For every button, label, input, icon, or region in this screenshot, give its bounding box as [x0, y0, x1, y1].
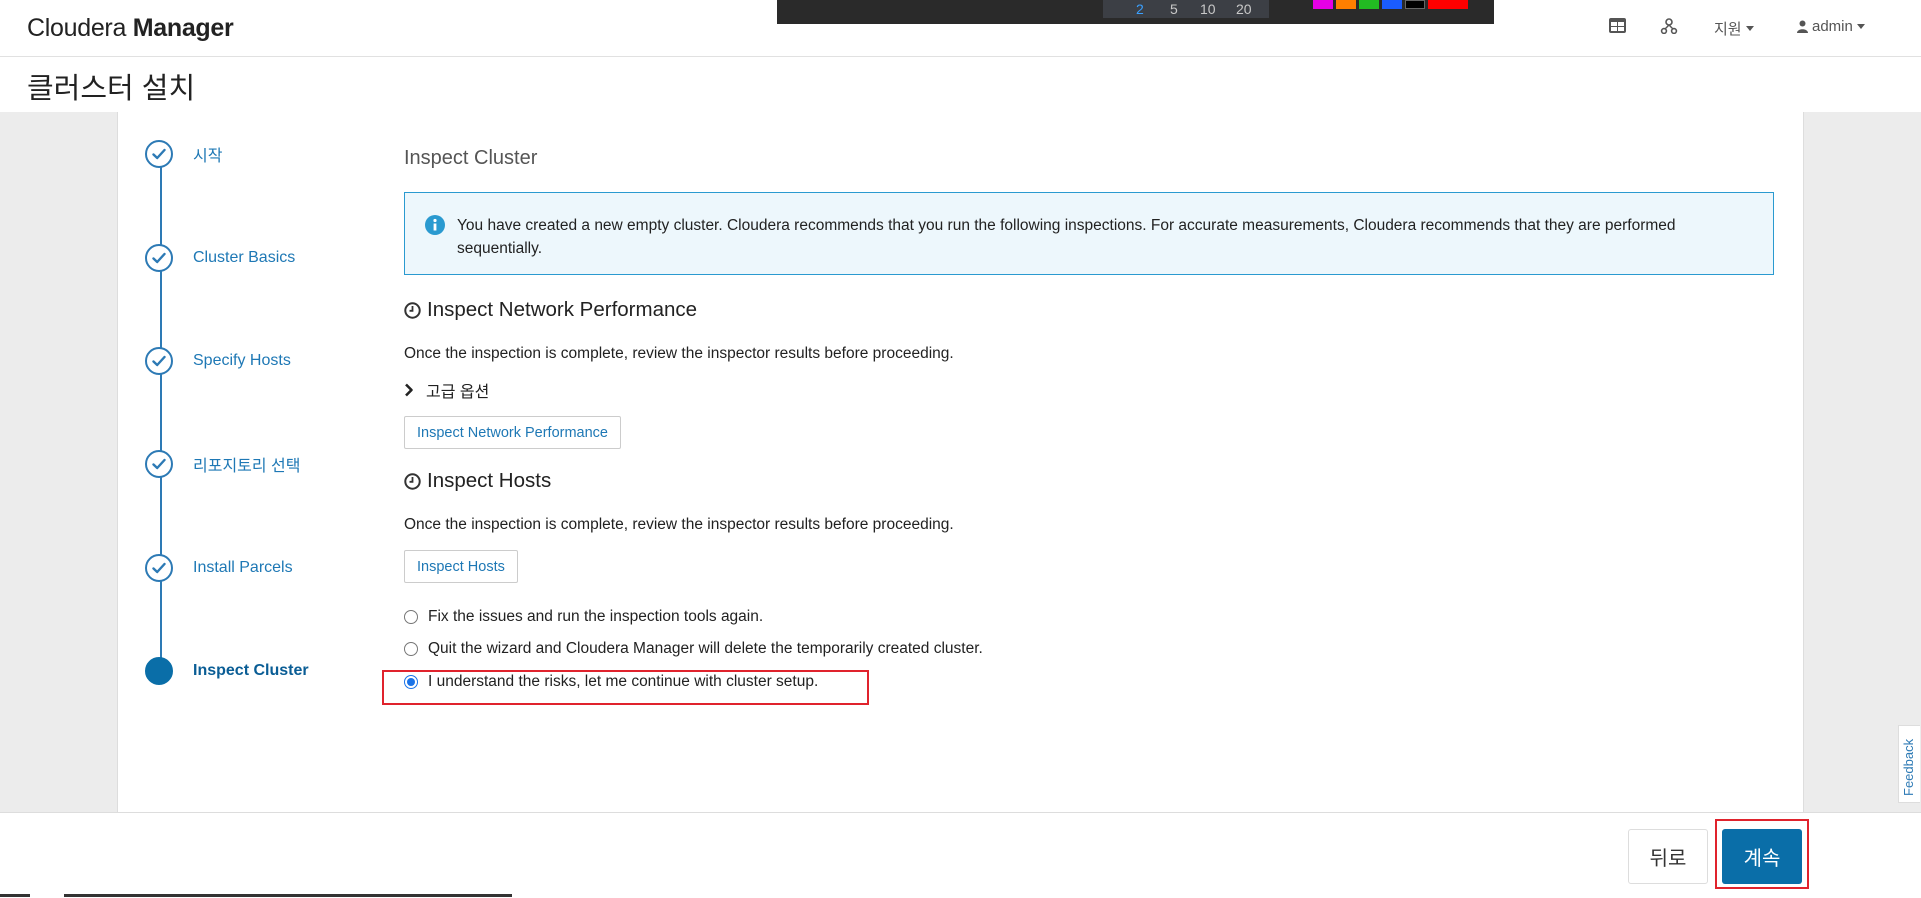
- app-logo[interactable]: Cloudera Manager: [27, 14, 234, 43]
- wizard-step-label: Inspect Cluster: [193, 662, 309, 679]
- support-menu-label: 지원: [1714, 21, 1742, 38]
- network-icon[interactable]: [1660, 18, 1678, 34]
- check-icon: [145, 347, 173, 375]
- color-swatches: [1313, 0, 1471, 9]
- clock-icon: [404, 301, 421, 319]
- page-title: 클러스터 설치: [27, 73, 196, 105]
- steps-connector-line: [160, 154, 162, 672]
- chevron-right-icon: [404, 383, 414, 397]
- feedback-label: Feedback: [1901, 738, 1916, 796]
- color-swatch-green[interactable]: [1359, 0, 1379, 9]
- hosts-inspection-heading: Inspect Hosts: [404, 469, 551, 493]
- wizard-step-specify-hosts[interactable]: Specify Hosts: [145, 346, 291, 376]
- option-label: Fix the issues and run the inspection to…: [428, 608, 764, 625]
- chevron-down-icon: [1856, 24, 1865, 29]
- wizard-step-select-repository[interactable]: 리포지토리 선택: [145, 449, 301, 479]
- check-icon: [145, 450, 173, 478]
- brand-manager: Manager: [132, 14, 234, 42]
- color-swatch-black[interactable]: [1405, 0, 1425, 9]
- wizard-step-inspect-cluster[interactable]: Inspect Cluster: [145, 656, 309, 686]
- stroke-size-option[interactable]: 20: [1236, 1, 1252, 17]
- info-alert-text: You have created a new empty cluster. Cl…: [457, 217, 1676, 257]
- stroke-size-option[interactable]: 5: [1170, 1, 1178, 17]
- hosts-description: Once the inspection is complete, review …: [404, 516, 954, 533]
- chevron-down-icon: [1745, 26, 1754, 31]
- main-content: Inspect Cluster You have created a new e…: [376, 112, 1804, 812]
- advanced-options-toggle[interactable]: 고급 옵션: [404, 378, 489, 402]
- wizard-step-label: Install Parcels: [193, 559, 293, 576]
- top-navbar: Cloudera Manager 2 5 10 20 지원 admin: [0, 0, 1921, 57]
- hosts-heading-text: Inspect Hosts: [427, 469, 552, 492]
- color-swatch-magenta[interactable]: [1313, 0, 1333, 9]
- wizard-steps: 시작 Cluster Basics Specify Hosts 리포지토리 선택…: [117, 112, 377, 812]
- radio-button[interactable]: [404, 610, 418, 624]
- feedback-tab[interactable]: Feedback: [1898, 725, 1920, 803]
- wizard-step-label: Cluster Basics: [193, 249, 296, 266]
- wizard-step-label: 시작: [193, 148, 223, 165]
- check-icon: [145, 140, 173, 168]
- check-icon: [145, 244, 173, 272]
- current-step-indicator: [145, 657, 173, 685]
- stroke-size-group: 2 5 10 20: [1103, 0, 1269, 18]
- color-swatch-blue[interactable]: [1382, 0, 1402, 9]
- user-icon: [1797, 20, 1808, 33]
- option-quit-wizard[interactable]: Quit the wizard and Cloudera Manager wil…: [404, 640, 983, 658]
- user-menu-label: admin: [1812, 18, 1853, 35]
- wizard-step-label: 리포지토리 선택: [193, 458, 301, 475]
- network-description: Once the inspection is complete, review …: [404, 345, 954, 362]
- brand-cloudera: Cloudera: [27, 14, 127, 42]
- wizard-footer: 뒤로 계속: [0, 812, 1921, 898]
- clock-icon: [404, 472, 421, 490]
- grid-icon[interactable]: [1609, 18, 1626, 33]
- section-title: Inspect Cluster: [404, 147, 538, 169]
- annotation-toolbar: 2 5 10 20: [777, 0, 1494, 24]
- radio-button[interactable]: [404, 642, 418, 656]
- option-label: Quit the wizard and Cloudera Manager wil…: [428, 640, 983, 657]
- info-icon: [425, 215, 445, 235]
- color-swatch-orange[interactable]: [1336, 0, 1356, 9]
- network-heading-text: Inspect Network Performance: [427, 298, 698, 321]
- inspect-network-button[interactable]: Inspect Network Performance: [404, 416, 621, 449]
- support-menu[interactable]: 지원: [1714, 18, 1754, 39]
- wizard-step-cluster-basics[interactable]: Cluster Basics: [145, 243, 295, 273]
- info-alert: You have created a new empty cluster. Cl…: [404, 192, 1774, 275]
- annotation-highlight-box: [1715, 819, 1809, 889]
- check-icon: [145, 554, 173, 582]
- annotation-highlight-box: [382, 670, 869, 705]
- color-swatch-red[interactable]: [1428, 0, 1468, 9]
- option-fix-issues[interactable]: Fix the issues and run the inspection to…: [404, 608, 763, 626]
- wizard-step-install-parcels[interactable]: Install Parcels: [145, 553, 293, 583]
- back-button[interactable]: 뒤로: [1628, 829, 1708, 884]
- inspect-hosts-button[interactable]: Inspect Hosts: [404, 550, 518, 583]
- wizard-step-label: Specify Hosts: [193, 352, 291, 369]
- stroke-size-option[interactable]: 2: [1136, 1, 1144, 17]
- user-menu[interactable]: admin: [1797, 18, 1865, 35]
- advanced-options-label: 고급 옵션: [426, 384, 490, 401]
- wizard-step-start[interactable]: 시작: [145, 139, 222, 169]
- page-header: 클러스터 설치: [0, 57, 1921, 113]
- stroke-size-option[interactable]: 10: [1200, 1, 1216, 17]
- network-inspection-heading: Inspect Network Performance: [404, 298, 697, 322]
